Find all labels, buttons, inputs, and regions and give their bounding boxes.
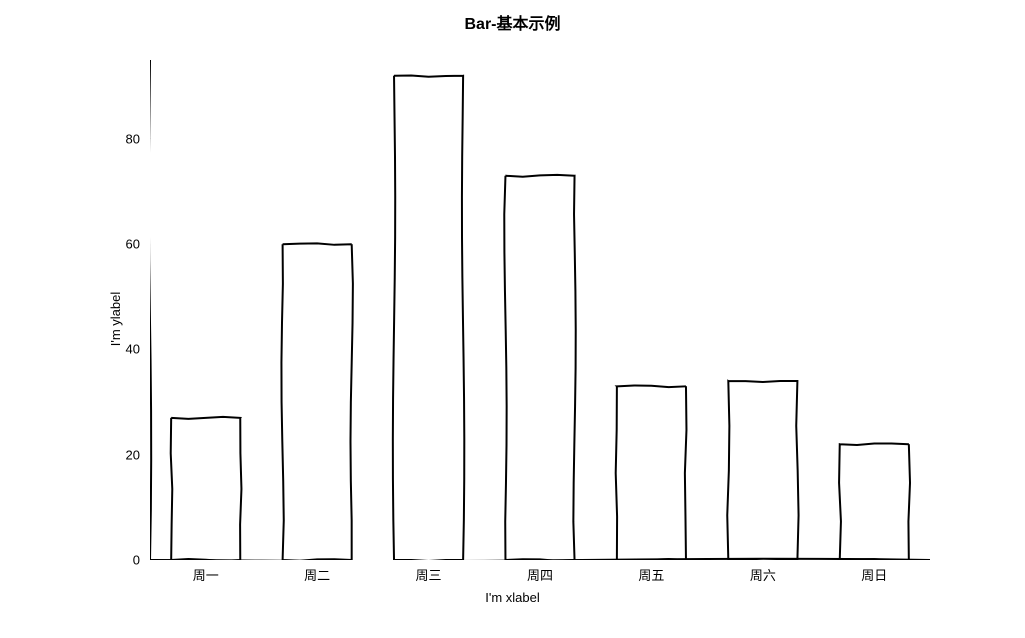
x-tick-label: 周六 [750, 565, 776, 584]
bar [839, 443, 910, 560]
chart-title: Bar-基本示例 [0, 10, 1025, 34]
y-tick-label: 0 [100, 553, 140, 568]
x-tick-label: 周三 [416, 565, 442, 584]
x-tick-label: 周日 [861, 565, 887, 584]
y-axis-line [150, 60, 151, 560]
chart-plot [150, 60, 930, 560]
chart-container: Bar-基本示例 I'm ylabel I'm xlabel 0 20 40 60 80… [0, 0, 1025, 638]
y-tick-label: 20 [100, 447, 140, 462]
x-tick-label: 周二 [304, 565, 330, 584]
y-tick-label: 40 [100, 342, 140, 357]
bar [504, 175, 575, 560]
x-tick-label: 周四 [527, 565, 553, 584]
bar [281, 243, 352, 560]
y-axis-label: I'm ylabel [108, 292, 123, 347]
bar [393, 76, 464, 560]
x-tick-label: 周一 [193, 565, 219, 584]
x-tick-label: 周五 [638, 565, 664, 584]
x-axis-label: I'm xlabel [0, 590, 1025, 605]
y-tick-label: 80 [100, 131, 140, 146]
bar [616, 385, 687, 560]
bar [171, 417, 242, 560]
bar [727, 381, 798, 560]
y-tick-label: 60 [100, 237, 140, 252]
